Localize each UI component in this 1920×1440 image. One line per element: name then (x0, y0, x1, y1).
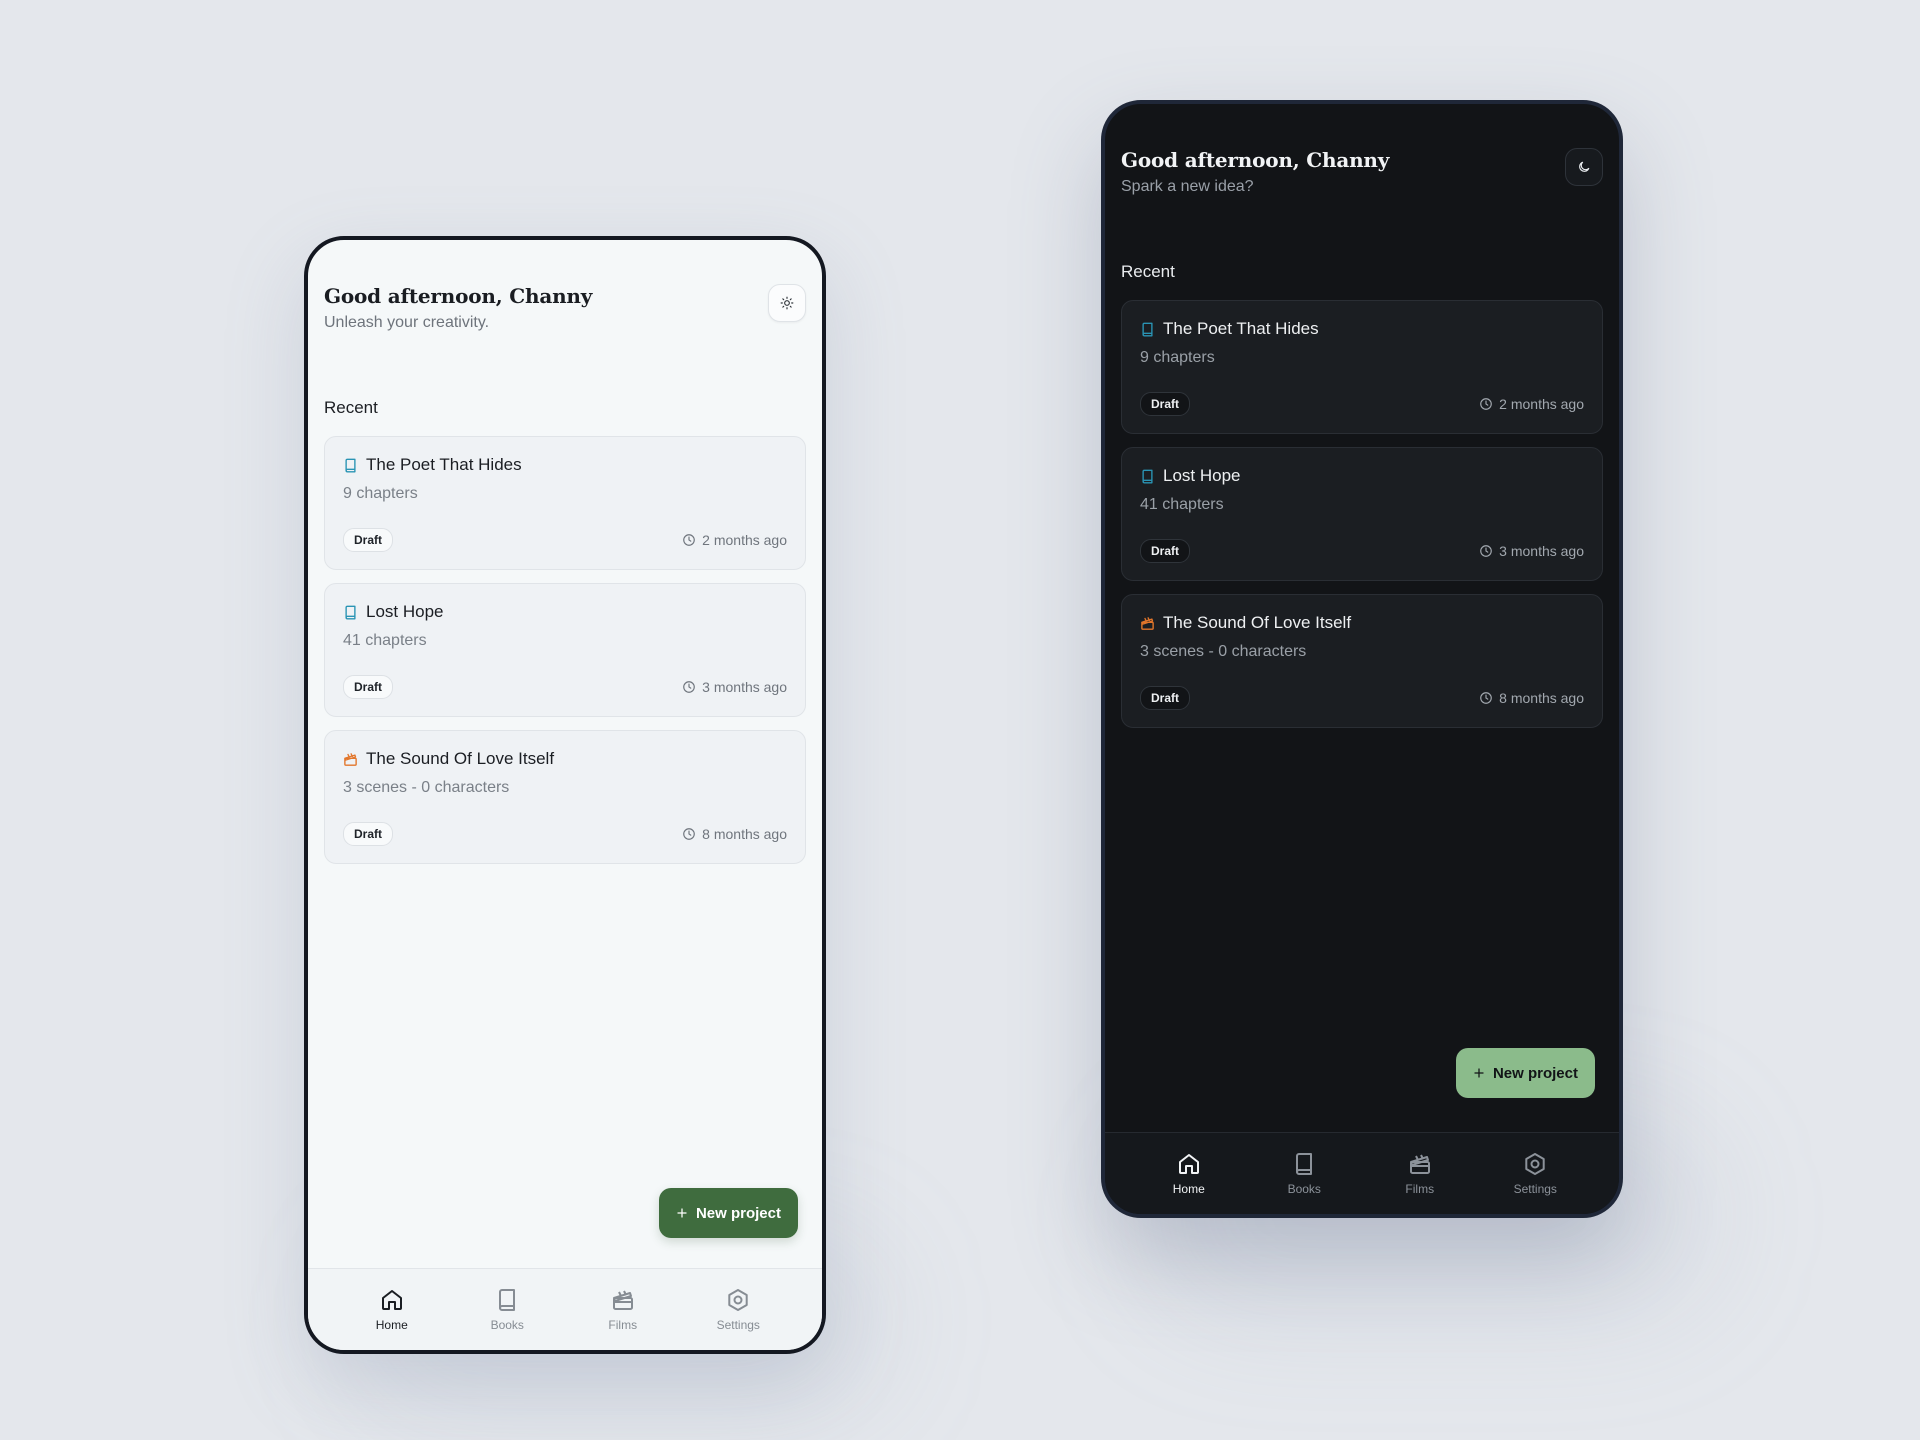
recent-projects-list: The Poet That Hides 9 chapters Draft 2 m… (324, 436, 806, 877)
recent-projects-list: The Poet That Hides 9 chapters Draft 2 m… (1121, 300, 1603, 741)
project-timestamp: 3 months ago (1499, 543, 1584, 559)
tab-label: Films (1405, 1181, 1435, 1196)
tab-label: Books (490, 1317, 524, 1332)
sun-icon (780, 296, 794, 310)
project-title: The Sound Of Love Itself (1163, 613, 1352, 632)
light-mode-phone: Good afternoon, Channy Unleash your crea… (304, 236, 826, 1354)
project-title: The Sound Of Love Itself (366, 749, 555, 768)
tab-books[interactable]: Books (467, 1288, 547, 1332)
tab-settings[interactable]: Settings (1495, 1152, 1575, 1196)
book-icon (1142, 469, 1153, 483)
project-card[interactable]: Lost Hope 41 chapters Draft 3 months ago (1121, 447, 1603, 581)
moon-icon (1579, 161, 1590, 172)
clock-icon (1480, 692, 1492, 704)
tab-home[interactable]: Home (1149, 1152, 1229, 1196)
home-icon (1178, 1153, 1199, 1174)
tab-label: Home (375, 1317, 408, 1332)
status-badge: Draft (1140, 539, 1191, 563)
greeting-subtitle: Unleash your creativity. (324, 314, 490, 331)
plus-icon (1474, 1068, 1484, 1078)
greeting-subtitle: Spark a new idea? (1121, 178, 1254, 195)
home-icon (381, 1289, 402, 1310)
book-icon (1296, 1152, 1313, 1175)
tab-home[interactable]: Home (352, 1288, 432, 1332)
header: Good afternoon, Channy Spark a new idea? (1121, 148, 1603, 196)
bottom-tab-bar: Home Books Films Settings (308, 1268, 822, 1350)
tab-films[interactable]: Films (583, 1288, 663, 1332)
clock-icon (1480, 398, 1492, 410)
tab-label: Films (608, 1317, 638, 1332)
project-meta: 3 scenes - 0 characters (343, 779, 510, 796)
project-timestamp: 8 months ago (702, 826, 787, 842)
project-card[interactable]: The Poet That Hides 9 chapters Draft 2 m… (324, 436, 806, 570)
dark-mode-phone: Good afternoon, Channy Spark a new idea?… (1101, 100, 1623, 1218)
settings-icon (728, 1288, 748, 1311)
status-badge: Draft (343, 528, 394, 552)
project-timestamp: 8 months ago (1499, 690, 1584, 706)
project-meta: 9 chapters (343, 485, 418, 502)
new-project-button[interactable]: New project (658, 1188, 798, 1238)
clapperboard-icon (1409, 1154, 1430, 1174)
book-icon (1142, 322, 1153, 336)
project-meta: 41 chapters (343, 632, 427, 649)
header: Good afternoon, Channy Unleash your crea… (324, 284, 806, 332)
book-icon (345, 458, 356, 472)
status-badge: Draft (1140, 686, 1191, 710)
plus-icon (677, 1208, 687, 1218)
bottom-tab-bar: Home Books Films Settings (1105, 1132, 1619, 1214)
project-card[interactable]: Lost Hope 41 chapters Draft 3 months ago (324, 583, 806, 717)
new-project-button[interactable]: New project (1455, 1048, 1595, 1098)
status-badge: Draft (343, 675, 394, 699)
film-icon (1141, 616, 1154, 630)
tab-label: Settings (1513, 1181, 1557, 1196)
project-card[interactable]: The Sound Of Love Itself 3 scenes - 0 ch… (324, 730, 806, 864)
tab-label: Books (1287, 1181, 1321, 1196)
project-title: Lost Hope (1163, 466, 1241, 485)
project-card[interactable]: The Poet That Hides 9 chapters Draft 2 m… (1121, 300, 1603, 434)
tab-films[interactable]: Films (1380, 1152, 1460, 1196)
greeting-title: Good afternoon, Channy (324, 284, 593, 308)
clock-icon (1480, 545, 1492, 557)
project-title: The Poet That Hides (1163, 319, 1319, 338)
settings-icon (1525, 1152, 1545, 1175)
project-meta: 41 chapters (1140, 496, 1224, 513)
section-label-recent: Recent (1121, 262, 1175, 281)
greeting-title: Good afternoon, Channy (1121, 148, 1390, 172)
tab-label: Home (1172, 1181, 1205, 1196)
theme-toggle-button[interactable] (768, 284, 806, 322)
clock-icon (683, 534, 695, 546)
project-card[interactable]: The Sound Of Love Itself 3 scenes - 0 ch… (1121, 594, 1603, 728)
tab-settings[interactable]: Settings (698, 1288, 778, 1332)
tab-label: Settings (716, 1317, 760, 1332)
project-meta: 9 chapters (1140, 349, 1215, 366)
clapperboard-icon (612, 1290, 633, 1310)
book-icon (499, 1288, 516, 1311)
project-meta: 3 scenes - 0 characters (1140, 643, 1307, 660)
new-project-label: New project (695, 1204, 781, 1222)
clock-icon (683, 828, 695, 840)
status-badge: Draft (1140, 392, 1191, 416)
section-label-recent: Recent (324, 398, 378, 417)
status-badge: Draft (343, 822, 394, 846)
theme-toggle-button[interactable] (1565, 148, 1603, 186)
clock-icon (683, 681, 695, 693)
project-timestamp: 2 months ago (1499, 396, 1584, 412)
new-project-label: New project (1492, 1064, 1578, 1082)
film-icon (344, 752, 357, 766)
book-icon (345, 605, 356, 619)
project-title: Lost Hope (366, 602, 444, 621)
project-title: The Poet That Hides (366, 455, 522, 474)
project-timestamp: 2 months ago (702, 532, 787, 548)
project-timestamp: 3 months ago (702, 679, 787, 695)
tab-books[interactable]: Books (1264, 1152, 1344, 1196)
